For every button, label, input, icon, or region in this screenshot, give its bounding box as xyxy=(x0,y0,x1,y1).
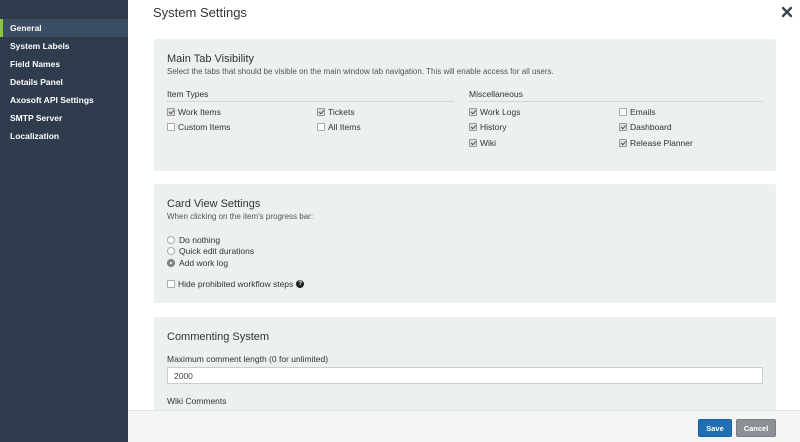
checkbox-box[interactable] xyxy=(167,108,175,116)
header: System Settings xyxy=(128,0,800,26)
checkbox-box[interactable] xyxy=(469,139,477,147)
history-checkbox[interactable]: History xyxy=(469,121,506,133)
checkbox-box[interactable] xyxy=(469,123,477,131)
checkbox-label: Dashboard xyxy=(630,122,672,132)
hide-prohibited-checkbox[interactable]: Hide prohibited workflow steps? xyxy=(167,278,305,290)
sidebar-item-smtp-server[interactable]: SMTP Server xyxy=(0,109,128,127)
radio-circle[interactable] xyxy=(167,236,175,244)
radio-circle[interactable] xyxy=(167,247,175,255)
checkbox-box[interactable] xyxy=(469,108,477,116)
checkbox-label: History xyxy=(480,122,507,132)
footer: Save Cancel xyxy=(128,410,800,442)
emails-checkbox[interactable]: Emails xyxy=(619,106,656,118)
dashboard-checkbox[interactable]: Dashboard xyxy=(619,121,672,133)
sidebar: General System Labels Field Names Detail… xyxy=(0,0,128,442)
wiki-checkbox[interactable]: Wiki xyxy=(469,137,496,149)
commenting-panel: Commenting System Maximum comment length… xyxy=(154,317,776,410)
max-comment-length-input[interactable] xyxy=(167,367,763,384)
sidebar-item-localization[interactable]: Localization xyxy=(0,127,128,145)
page-title: System Settings xyxy=(153,5,247,20)
work-logs-checkbox[interactable]: Work Logs xyxy=(469,106,520,118)
checkbox-label: Work Items xyxy=(178,107,221,117)
checkbox-label: Hide prohibited workflow steps xyxy=(178,279,294,289)
main-tab-description: Select the tabs that should be visible o… xyxy=(167,67,554,76)
all-items-checkbox[interactable]: All Items xyxy=(317,121,361,133)
sidebar-item-general[interactable]: General xyxy=(0,19,128,37)
work-items-checkbox[interactable]: Work Items xyxy=(167,106,221,118)
card-view-description: When clicking on the item's progress bar… xyxy=(167,212,314,221)
checkbox-label: Wiki xyxy=(480,138,497,148)
misc-heading: Miscellaneous xyxy=(469,89,523,99)
settings-content[interactable]: Main Tab Visibility Select the tabs that… xyxy=(128,26,800,410)
radio-label: Do nothing xyxy=(179,235,221,245)
main-tab-title: Main Tab Visibility xyxy=(167,53,255,65)
radio-quick-edit[interactable]: Quick edit durations xyxy=(167,245,254,257)
checkbox-box[interactable] xyxy=(167,280,175,288)
max-length-label: Maximum comment length (0 for unlimited) xyxy=(167,354,329,364)
sidebar-item-api-settings[interactable]: Axosoft API Settings xyxy=(0,91,128,109)
checkbox-label: All Items xyxy=(328,122,361,132)
checkbox-label: Release Planner xyxy=(630,138,693,148)
checkbox-box[interactable] xyxy=(317,108,325,116)
checkbox-label: Work Logs xyxy=(480,107,521,117)
sidebar-item-system-labels[interactable]: System Labels xyxy=(0,37,128,55)
checkbox-box[interactable] xyxy=(619,123,627,131)
card-view-panel: Card View Settings When clicking on the … xyxy=(154,184,776,303)
item-types-divider xyxy=(167,101,454,102)
checkbox-label: Custom Items xyxy=(178,122,231,132)
custom-items-checkbox[interactable]: Custom Items xyxy=(167,121,230,133)
main-tab-visibility-panel: Main Tab Visibility Select the tabs that… xyxy=(154,39,776,171)
item-types-heading: Item Types xyxy=(167,89,209,99)
commenting-title: Commenting System xyxy=(167,331,270,343)
radio-add-work-log[interactable]: Add work log xyxy=(167,257,228,269)
checkbox-label: Tickets xyxy=(328,107,355,117)
checkbox-box[interactable] xyxy=(619,139,627,147)
checkbox-box[interactable] xyxy=(167,123,175,131)
sidebar-item-field-names[interactable]: Field Names xyxy=(0,55,128,73)
cancel-button[interactable]: Cancel xyxy=(736,419,776,437)
radio-circle[interactable] xyxy=(167,259,175,267)
close-x-icon[interactable] xyxy=(780,5,794,19)
question-circle-icon[interactable]: ? xyxy=(296,280,305,288)
radio-label: Add work log xyxy=(179,258,229,268)
release-planner-checkbox[interactable]: Release Planner xyxy=(619,137,693,149)
tickets-checkbox[interactable]: Tickets xyxy=(317,106,355,118)
card-view-title: Card View Settings xyxy=(167,198,261,210)
radio-label: Quick edit durations xyxy=(179,246,255,256)
wiki-comments-label: Wiki Comments xyxy=(167,396,227,406)
misc-divider xyxy=(469,101,763,102)
checkbox-box[interactable] xyxy=(317,123,325,131)
main-area: System Settings Main Tab Visibility Sele… xyxy=(128,0,800,442)
checkbox-box[interactable] xyxy=(619,108,627,116)
checkbox-label: Emails xyxy=(630,107,656,117)
save-button[interactable]: Save xyxy=(698,419,732,437)
sidebar-item-details-panel[interactable]: Details Panel xyxy=(0,73,128,91)
